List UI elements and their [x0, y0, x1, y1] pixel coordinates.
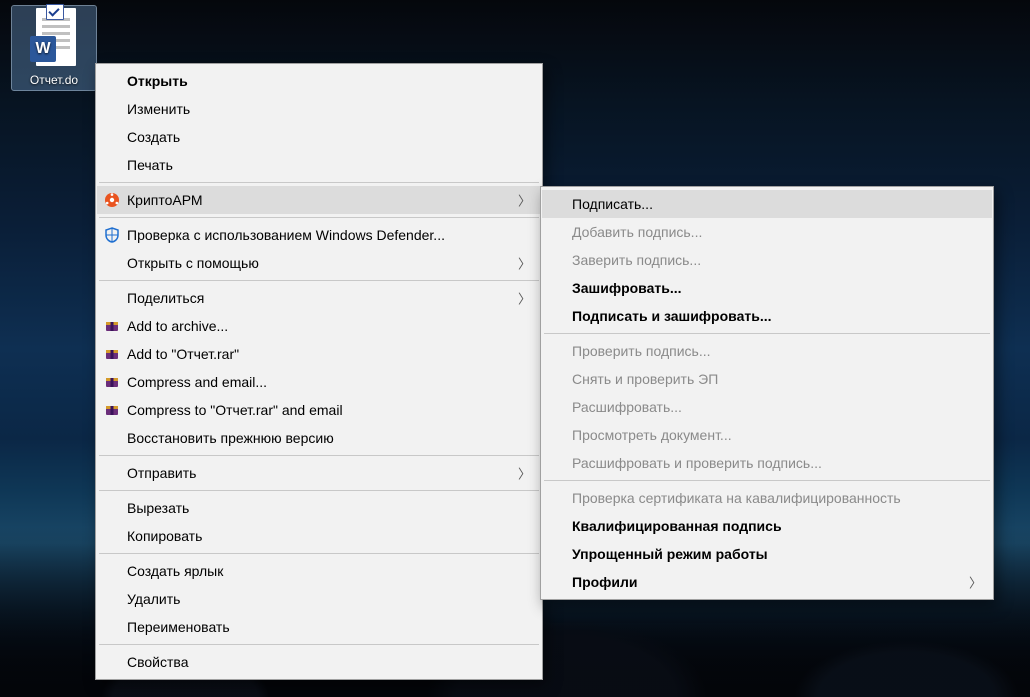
menu-separator [99, 280, 539, 281]
menu-restore-prev[interactable]: Восстановить прежнюю версию [97, 424, 541, 452]
menu-open-with-label: Открыть с помощью [127, 255, 519, 271]
submenu-sign-encrypt-label: Подписать и зашифровать... [572, 308, 970, 324]
defender-shield-icon [97, 227, 127, 243]
desktop-file-label: Отчет.do [14, 72, 94, 88]
menu-separator [544, 333, 990, 334]
submenu-add-sign[interactable]: Добавить подпись... [542, 218, 992, 246]
desktop-file-icon[interactable]: W Отчет.do [12, 6, 96, 90]
menu-defender[interactable]: Проверка с использованием Windows Defend… [97, 221, 541, 249]
winrar-icon [97, 374, 127, 390]
menu-properties[interactable]: Свойства [97, 648, 541, 676]
submenu-encrypt-label: Зашифровать... [572, 280, 970, 296]
menu-compress-rar-email-label: Compress to "Отчет.rar" and email [127, 402, 519, 418]
menu-create-label: Создать [127, 129, 519, 145]
submenu-simple-mode-label: Упрощенный режим работы [572, 546, 970, 562]
menu-open-with[interactable]: Открыть с помощью 〉 [97, 249, 541, 277]
submenu-simple-mode[interactable]: Упрощенный режим работы [542, 540, 992, 568]
submenu-certify-sign[interactable]: Заверить подпись... [542, 246, 992, 274]
submenu-profiles[interactable]: Профили 〉 [542, 568, 992, 596]
submenu-cert-check[interactable]: Проверка сертификата на кавалифицированн… [542, 484, 992, 512]
menu-cryptoarm-label: КриптоАРМ [127, 192, 519, 208]
winrar-icon [97, 318, 127, 334]
menu-add-rar[interactable]: Add to "Отчет.rar" [97, 340, 541, 368]
menu-delete-label: Удалить [127, 591, 519, 607]
submenu-encrypt[interactable]: Зашифровать... [542, 274, 992, 302]
submenu-cert-check-label: Проверка сертификата на кавалифицированн… [572, 490, 970, 506]
submenu-sign-label: Подписать... [572, 196, 970, 212]
menu-create-shortcut[interactable]: Создать ярлык [97, 557, 541, 585]
menu-cut[interactable]: Вырезать [97, 494, 541, 522]
chevron-right-icon: 〉 [518, 254, 531, 273]
menu-separator [99, 553, 539, 554]
chevron-right-icon: 〉 [518, 289, 531, 308]
menu-properties-label: Свойства [127, 654, 519, 670]
submenu-add-sign-label: Добавить подпись... [572, 224, 970, 240]
submenu-decrypt-label: Расшифровать... [572, 399, 970, 415]
submenu-decrypt-verify[interactable]: Расшифровать и проверить подпись... [542, 449, 992, 477]
chevron-right-icon: 〉 [518, 464, 531, 483]
menu-create[interactable]: Создать [97, 123, 541, 151]
cryptoarm-icon [97, 192, 127, 208]
menu-print-label: Печать [127, 157, 519, 173]
menu-defender-label: Проверка с использованием Windows Defend… [127, 227, 519, 243]
submenu-view-doc-label: Просмотреть документ... [572, 427, 970, 443]
menu-add-archive-label: Add to archive... [127, 318, 519, 334]
menu-separator [99, 644, 539, 645]
submenu-decrypt-verify-label: Расшифровать и проверить подпись... [572, 455, 970, 471]
menu-compress-email[interactable]: Compress and email... [97, 368, 541, 396]
menu-edit[interactable]: Изменить [97, 95, 541, 123]
menu-share-label: Поделиться [127, 290, 519, 306]
menu-compress-email-label: Compress and email... [127, 374, 519, 390]
chevron-right-icon: 〉 [518, 191, 531, 210]
menu-rename[interactable]: Переименовать [97, 613, 541, 641]
menu-compress-rar-email[interactable]: Compress to "Отчет.rar" and email [97, 396, 541, 424]
menu-open[interactable]: Открыть [97, 67, 541, 95]
word-document-icon: W [30, 8, 78, 68]
menu-copy-label: Копировать [127, 528, 519, 544]
menu-add-archive[interactable]: Add to archive... [97, 312, 541, 340]
menu-copy[interactable]: Копировать [97, 522, 541, 550]
submenu-sign[interactable]: Подписать... [542, 190, 992, 218]
submenu-certify-sign-label: Заверить подпись... [572, 252, 970, 268]
menu-send-to-label: Отправить [127, 465, 519, 481]
submenu-decrypt[interactable]: Расшифровать... [542, 393, 992, 421]
submenu-verify-sign-label: Проверить подпись... [572, 343, 970, 359]
menu-rename-label: Переименовать [127, 619, 519, 635]
menu-separator [99, 217, 539, 218]
menu-create-shortcut-label: Создать ярлык [127, 563, 519, 579]
context-menu: Открыть Изменить Создать Печать КриптоАР… [95, 63, 543, 680]
menu-edit-label: Изменить [127, 101, 519, 117]
menu-print[interactable]: Печать [97, 151, 541, 179]
menu-separator [99, 490, 539, 491]
menu-open-label: Открыть [127, 73, 519, 89]
submenu-sign-encrypt[interactable]: Подписать и зашифровать... [542, 302, 992, 330]
menu-separator [99, 455, 539, 456]
winrar-icon [97, 402, 127, 418]
menu-send-to[interactable]: Отправить 〉 [97, 459, 541, 487]
submenu-remove-verify-label: Снять и проверить ЭП [572, 371, 970, 387]
menu-add-rar-label: Add to "Отчет.rar" [127, 346, 519, 362]
menu-separator [544, 480, 990, 481]
menu-share[interactable]: Поделиться 〉 [97, 284, 541, 312]
submenu-qualified-sign-label: Квалифицированная подпись [572, 518, 970, 534]
chevron-right-icon: 〉 [969, 573, 982, 592]
menu-cryptoarm[interactable]: КриптоАРМ 〉 [97, 186, 541, 214]
submenu-remove-verify[interactable]: Снять и проверить ЭП [542, 365, 992, 393]
winrar-icon [97, 346, 127, 362]
submenu-profiles-label: Профили [572, 574, 970, 590]
cryptoarm-submenu: Подписать... Добавить подпись... Заверит… [540, 186, 994, 600]
menu-restore-prev-label: Восстановить прежнюю версию [127, 430, 519, 446]
submenu-verify-sign[interactable]: Проверить подпись... [542, 337, 992, 365]
submenu-qualified-sign[interactable]: Квалифицированная подпись [542, 512, 992, 540]
menu-separator [99, 182, 539, 183]
submenu-view-doc[interactable]: Просмотреть документ... [542, 421, 992, 449]
menu-delete[interactable]: Удалить [97, 585, 541, 613]
menu-cut-label: Вырезать [127, 500, 519, 516]
